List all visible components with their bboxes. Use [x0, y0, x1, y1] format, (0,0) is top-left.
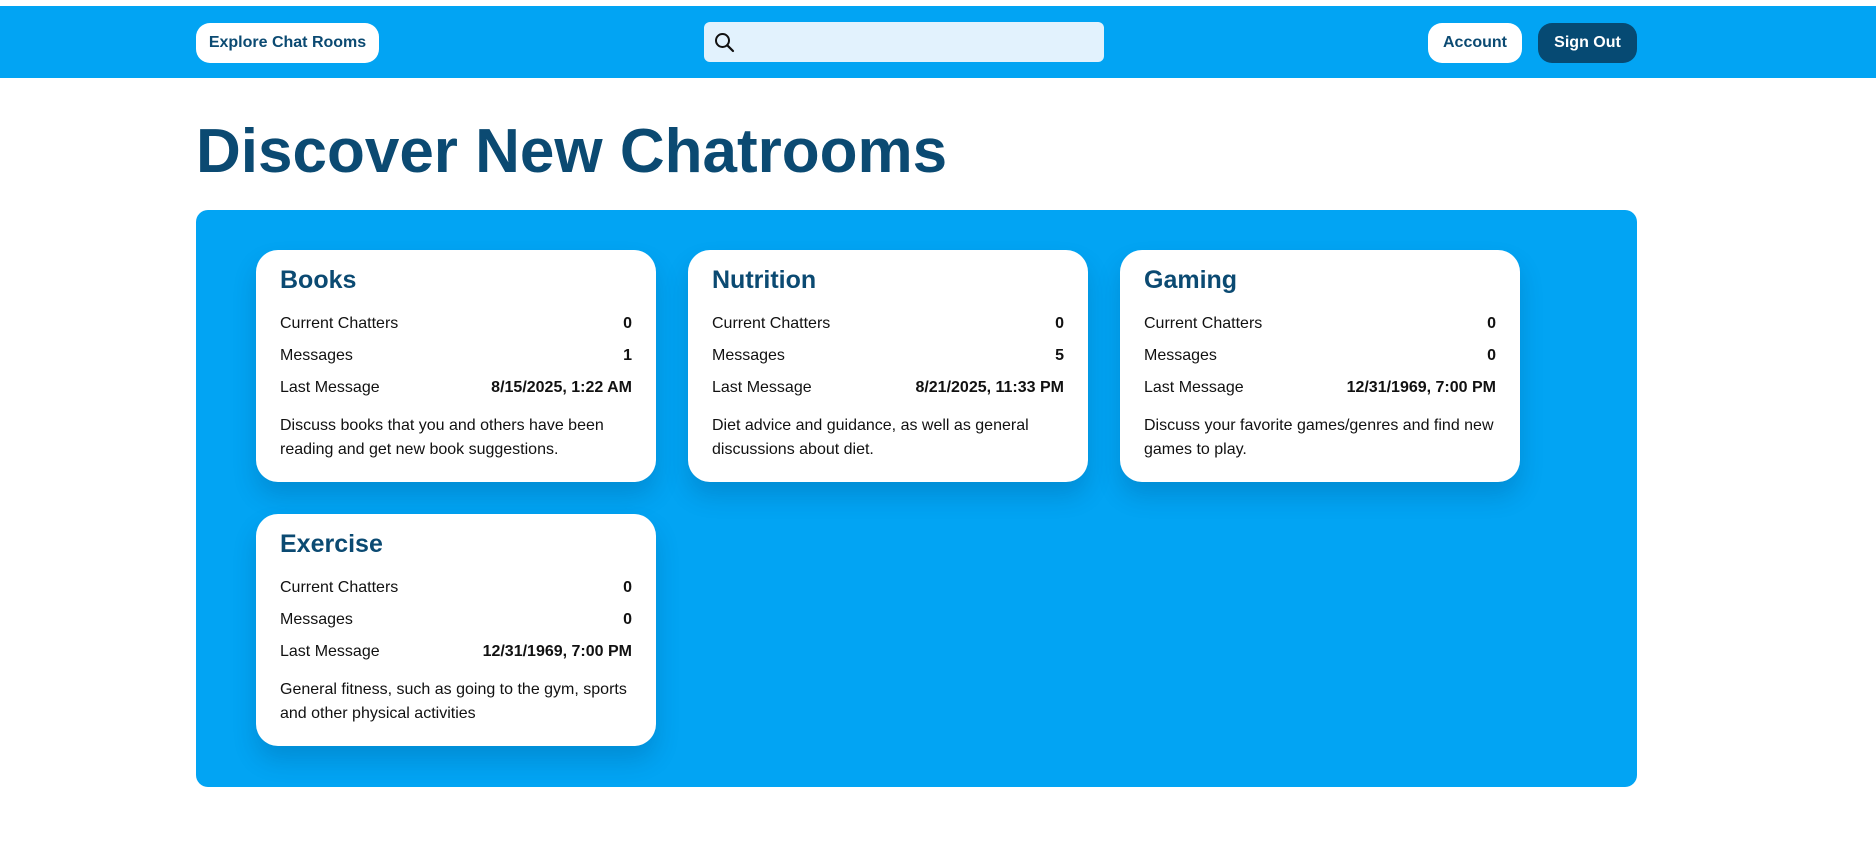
stat-label: Last Message [1144, 379, 1244, 396]
explore-chat-rooms-button[interactable]: Explore Chat Rooms [196, 23, 379, 63]
stat-label: Last Message [280, 643, 380, 660]
stat-value: 0 [1055, 315, 1064, 332]
room-name: Exercise [280, 530, 383, 558]
stat-label: Messages [280, 347, 353, 364]
sign-out-button[interactable]: Sign Out [1538, 23, 1637, 63]
stat-current-chatters: Current Chatters 0 [712, 308, 1064, 340]
stat-label: Current Chatters [1144, 315, 1263, 332]
page-title: Discover New Chatrooms [196, 117, 948, 186]
room-description: Diet advice and guidance, as well as gen… [712, 417, 1029, 458]
room-stats: Current Chatters 0 Messages 0 Last Messa… [1144, 308, 1496, 404]
stat-last-message: Last Message 12/31/1969, 7:00 PM [1144, 372, 1496, 404]
stat-messages: Messages 5 [712, 340, 1064, 372]
stat-value: 0 [1487, 347, 1496, 364]
search-bar[interactable] [704, 22, 1104, 62]
top-nav-bar: Explore Chat Rooms Account Sign Out [0, 6, 1876, 78]
room-description: Discuss books that you and others have b… [280, 417, 604, 458]
stat-current-chatters: Current Chatters 0 [280, 572, 632, 604]
stat-current-chatters: Current Chatters 0 [280, 308, 632, 340]
room-card-nutrition[interactable]: Nutrition Current Chatters 0 Messages 5 … [688, 250, 1088, 482]
chatrooms-panel: Books Current Chatters 0 Messages 1 Last… [196, 210, 1637, 787]
stat-value: 12/31/1969, 7:00 PM [1346, 379, 1496, 396]
stat-messages: Messages 0 [280, 604, 632, 636]
stat-last-message: Last Message 8/21/2025, 11:33 PM [712, 372, 1064, 404]
stat-value: 0 [623, 579, 632, 596]
stat-messages: Messages 0 [1144, 340, 1496, 372]
stat-label: Current Chatters [712, 315, 831, 332]
stat-value: 8/21/2025, 11:33 PM [915, 379, 1064, 396]
room-card-gaming[interactable]: Gaming Current Chatters 0 Messages 0 Las… [1120, 250, 1520, 482]
stat-label: Messages [1144, 347, 1217, 364]
account-button[interactable]: Account [1428, 23, 1522, 63]
stat-value: 8/15/2025, 1:22 AM [491, 379, 632, 396]
stat-value: 0 [1487, 315, 1496, 332]
room-stats: Current Chatters 0 Messages 5 Last Messa… [712, 308, 1064, 404]
stat-value: 0 [623, 315, 632, 332]
room-stats: Current Chatters 0 Messages 0 Last Messa… [280, 572, 632, 668]
room-name: Nutrition [712, 266, 817, 294]
stat-label: Last Message [280, 379, 380, 396]
stat-label: Current Chatters [280, 579, 399, 596]
room-name: Books [280, 266, 357, 294]
room-stats: Current Chatters 0 Messages 1 Last Messa… [280, 308, 632, 404]
stat-value: 12/31/1969, 7:00 PM [482, 643, 632, 660]
stat-value: 5 [1055, 347, 1064, 364]
stat-last-message: Last Message 12/31/1969, 7:00 PM [280, 636, 632, 668]
stat-label: Last Message [712, 379, 812, 396]
search-input[interactable] [744, 22, 1094, 62]
stat-current-chatters: Current Chatters 0 [1144, 308, 1496, 340]
room-name: Gaming [1144, 266, 1238, 294]
stat-messages: Messages 1 [280, 340, 632, 372]
room-description: General fitness, such as going to the gy… [280, 681, 627, 722]
stat-value: 1 [623, 347, 632, 364]
stat-last-message: Last Message 8/15/2025, 1:22 AM [280, 372, 632, 404]
room-card-books[interactable]: Books Current Chatters 0 Messages 1 Last… [256, 250, 656, 482]
stat-label: Messages [712, 347, 785, 364]
stat-label: Messages [280, 611, 353, 628]
room-card-exercise[interactable]: Exercise Current Chatters 0 Messages 0 L… [256, 514, 656, 746]
stat-value: 0 [623, 611, 632, 628]
stat-label: Current Chatters [280, 315, 399, 332]
room-description: Discuss your favorite games/genres and f… [1144, 417, 1494, 458]
search-icon[interactable] [714, 32, 735, 53]
